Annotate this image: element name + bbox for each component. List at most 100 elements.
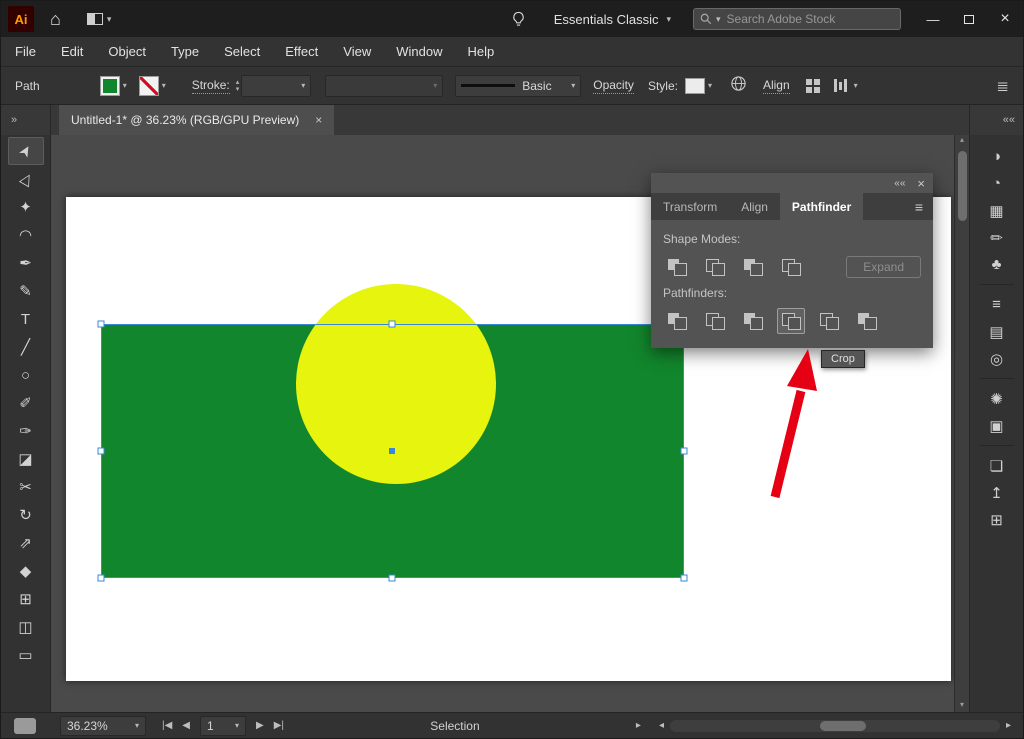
selection-center-point[interactable]	[389, 448, 395, 454]
lasso-tool[interactable]: ◠	[8, 221, 44, 249]
divide-button[interactable]	[663, 308, 691, 334]
intersect-button[interactable]	[739, 254, 767, 280]
search-input[interactable]	[725, 11, 875, 27]
graphic-styles-icon[interactable]: ▣	[980, 412, 1014, 439]
pen-tool[interactable]: ✒	[8, 249, 44, 277]
minimize-button[interactable]: —	[915, 1, 951, 37]
last-artboard-button[interactable]: ▶|	[274, 720, 284, 731]
canvas[interactable]: «« × Transform Align Pathfinder ≡ Shape …	[51, 135, 969, 712]
align-options-control[interactable]: ▾	[834, 79, 858, 93]
graphic-style-select[interactable]: ▾	[685, 78, 712, 94]
brush-definition-select[interactable]: ▾	[325, 75, 443, 97]
minus-back-button[interactable]	[853, 308, 881, 334]
tab-pathfinder[interactable]: Pathfinder	[780, 193, 863, 220]
type-tool[interactable]: T	[8, 305, 44, 333]
fill-color-control[interactable]: ▾	[100, 76, 127, 96]
app-icon[interactable]: Ai	[8, 6, 34, 32]
gradient-icon[interactable]: ▤	[980, 318, 1014, 345]
ellipse-tool[interactable]: ○	[8, 361, 44, 389]
asset-export-icon[interactable]: ↥	[980, 479, 1014, 506]
horizontal-scroll-thumb[interactable]	[820, 721, 866, 731]
shape-builder-tool[interactable]: ◫	[8, 613, 44, 641]
artboard-tool[interactable]: ▭	[8, 641, 44, 669]
opacity-link[interactable]: Opacity	[593, 78, 634, 94]
color-guide-icon[interactable]: ◔	[980, 170, 1014, 197]
zoom-select[interactable]: 36.23% ▾	[60, 716, 146, 736]
rotate-tool[interactable]: ↻	[8, 501, 44, 529]
screen-mode-icon[interactable]	[14, 718, 36, 734]
selection-handle-se[interactable]	[681, 575, 688, 582]
panel-menu-icon[interactable]: ≡	[905, 193, 933, 220]
transparency-icon[interactable]: ◎	[980, 345, 1014, 372]
tab-close-icon[interactable]: ×	[315, 113, 322, 127]
eraser-tool[interactable]: ◪	[8, 445, 44, 473]
next-artboard-button[interactable]: ▶	[256, 720, 264, 731]
menu-help[interactable]: Help	[467, 44, 494, 59]
circle-shape[interactable]	[296, 284, 496, 484]
scroll-left-icon[interactable]: ◂	[659, 720, 664, 731]
minus-front-button[interactable]	[701, 254, 729, 280]
arrange-documents-icon[interactable]: ▾	[87, 13, 112, 25]
unite-button[interactable]	[663, 254, 691, 280]
swatches-icon[interactable]: ▦	[980, 197, 1014, 224]
magic-wand-tool[interactable]: ✦	[8, 193, 44, 221]
outline-button[interactable]	[815, 308, 843, 334]
selection-handle-s[interactable]	[389, 575, 396, 582]
crop-button[interactable]	[777, 308, 805, 334]
align-grid-icon[interactable]	[806, 79, 820, 93]
scissors-tool[interactable]: ✂	[8, 473, 44, 501]
blob-brush-tool[interactable]: ✑	[8, 417, 44, 445]
free-transform-tool[interactable]: ⊞	[8, 585, 44, 613]
selection-tool[interactable]: ➤	[8, 137, 44, 165]
curvature-tool[interactable]: ✎	[8, 277, 44, 305]
scroll-up-icon[interactable]: ▴	[960, 135, 964, 147]
color-panel-icon[interactable]: ◑	[980, 143, 1014, 170]
workspace-switcher[interactable]: Essentials Classic ▾	[554, 12, 671, 27]
panel-collapse-icon[interactable]: ««	[894, 178, 905, 189]
discover-bulb-icon[interactable]	[511, 11, 526, 27]
selection-handle-nw[interactable]	[98, 321, 105, 328]
menu-edit[interactable]: Edit	[61, 44, 83, 59]
expand-button[interactable]: Expand	[846, 256, 921, 278]
paintbrush-tool[interactable]: ✐	[8, 389, 44, 417]
direct-selection-tool[interactable]: ▷	[8, 165, 44, 193]
stroke-weight-link[interactable]: Stroke:	[192, 78, 230, 94]
scroll-down-icon[interactable]: ▾	[960, 700, 964, 712]
merge-button[interactable]	[739, 308, 767, 334]
stroke-weight-select[interactable]: ▾	[241, 75, 311, 97]
artboard-navigation-select[interactable]: 1 ▾	[200, 716, 246, 736]
maximize-button[interactable]	[951, 1, 987, 37]
document-setup-globe-icon[interactable]	[730, 75, 747, 97]
appearance-icon[interactable]: ✺	[980, 385, 1014, 412]
previous-artboard-button[interactable]: ◀	[182, 720, 190, 731]
tab-transform[interactable]: Transform	[651, 193, 729, 220]
control-panel-menu-icon[interactable]: ≣	[996, 77, 1009, 95]
line-segment-tool[interactable]: ╱	[8, 333, 44, 361]
menu-window[interactable]: Window	[396, 44, 442, 59]
stroke-stepper[interactable]: ▴▾	[236, 79, 240, 93]
status-display[interactable]: Selection	[430, 719, 479, 733]
selection-handle-e[interactable]	[681, 448, 688, 455]
align-link[interactable]: Align	[763, 78, 790, 94]
symbols-icon[interactable]: ♣	[980, 251, 1014, 278]
menu-file[interactable]: File	[15, 44, 36, 59]
selection-handle-sw[interactable]	[98, 575, 105, 582]
adobe-stock-search[interactable]: ▾	[693, 8, 901, 30]
menu-select[interactable]: Select	[224, 44, 260, 59]
selection-handle-w[interactable]	[98, 448, 105, 455]
exclude-button[interactable]	[777, 254, 805, 280]
document-tab[interactable]: Untitled-1* @ 36.23% (RGB/GPU Preview) ×	[59, 105, 334, 135]
trim-button[interactable]	[701, 308, 729, 334]
stroke-panel-icon[interactable]: ≡	[980, 291, 1014, 318]
panel-close-icon[interactable]: ×	[917, 176, 925, 191]
menu-effect[interactable]: Effect	[285, 44, 318, 59]
vertical-scroll-thumb[interactable]	[958, 151, 967, 221]
vertical-scrollbar[interactable]: ▴ ▾	[954, 135, 969, 712]
stroke-style-select[interactable]: Basic ▾	[455, 75, 581, 97]
width-tool[interactable]: ◆	[8, 557, 44, 585]
selection-handle-n[interactable]	[389, 321, 396, 328]
status-expander-icon[interactable]: ▸	[636, 720, 641, 731]
scroll-right-icon[interactable]: ▸	[1006, 720, 1011, 731]
stroke-color-control[interactable]: ▾	[139, 76, 166, 96]
toolbar-expand-button[interactable]: »	[1, 105, 50, 135]
